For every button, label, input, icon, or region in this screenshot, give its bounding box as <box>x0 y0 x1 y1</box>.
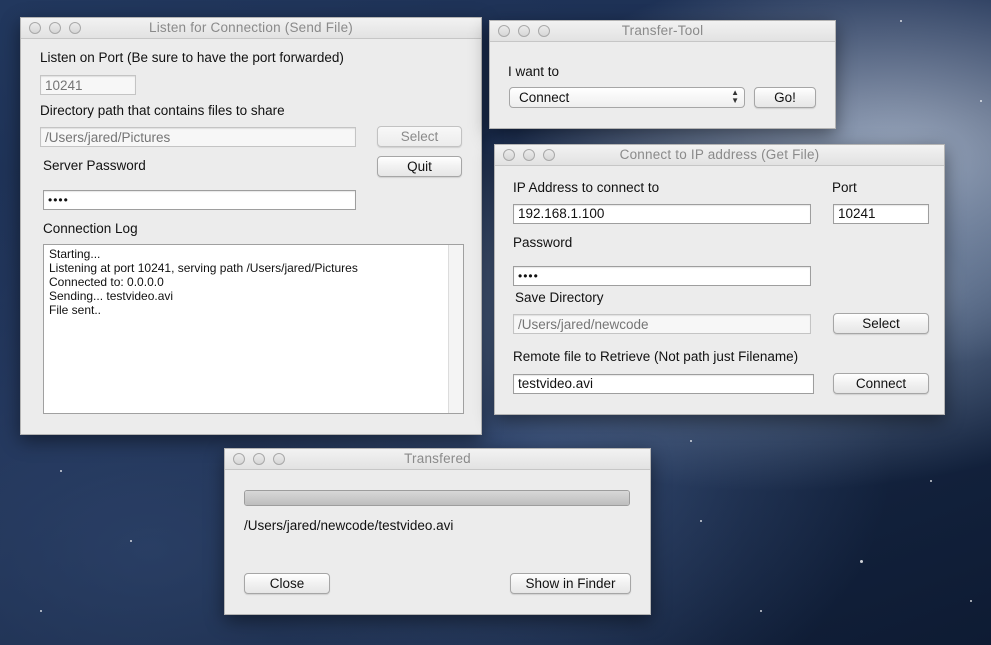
port-label: Listen on Port (Be sure to have the port… <box>40 50 344 65</box>
mode-select-value: Connect <box>519 90 570 105</box>
titlebar: Listen for Connection (Send File) <box>21 18 481 39</box>
password-field[interactable]: •••• <box>513 266 811 286</box>
transferred-file-path: /Users/jared/newcode/testvideo.avi <box>244 518 454 533</box>
window-title: Transfered <box>404 451 471 466</box>
connection-log[interactable]: Starting... Listening at port 10241, ser… <box>43 244 464 414</box>
window-title: Transfer-Tool <box>621 23 704 38</box>
remote-file-label: Remote file to Retrieve (Not path just F… <box>513 349 799 364</box>
show-in-finder-button[interactable]: Show in Finder <box>510 573 631 594</box>
listen-window: Listen for Connection (Send File) Listen… <box>20 17 482 435</box>
quit-button[interactable]: Quit <box>377 156 462 177</box>
close-button[interactable]: Close <box>244 573 330 594</box>
transfer-progress-bar <box>244 490 630 506</box>
select-directory-button[interactable]: Select <box>377 126 462 147</box>
log-line: Connected to: 0.0.0.0 <box>49 275 164 289</box>
window-title: Listen for Connection (Send File) <box>149 20 353 35</box>
log-line: File sent.. <box>49 303 102 317</box>
connect-window: Connect to IP address (Get File) IP Addr… <box>494 144 945 415</box>
ip-address-label: IP Address to connect to <box>513 180 660 195</box>
port-input[interactable] <box>40 75 136 95</box>
save-directory-label: Save Directory <box>515 290 604 305</box>
titlebar: Transfered <box>225 449 650 470</box>
save-directory-input[interactable] <box>513 314 811 334</box>
progress-fill <box>245 491 629 505</box>
directory-input[interactable] <box>40 127 356 147</box>
directory-label: Directory path that contains files to sh… <box>40 103 285 118</box>
transferred-window: Transfered /Users/jared/newcode/testvide… <box>224 448 651 615</box>
port-input[interactable]: 10241 <box>833 204 929 224</box>
log-line: Sending... testvideo.avi <box>49 289 174 303</box>
connect-button[interactable]: Connect <box>833 373 929 394</box>
mode-select[interactable]: Connect ▲ ▼ <box>509 87 745 108</box>
connection-log-label: Connection Log <box>43 221 138 236</box>
port-label: Port <box>832 180 857 195</box>
log-line: Listening at port 10241, serving path /U… <box>49 261 358 275</box>
chevron-updown-icon: ▲ ▼ <box>731 88 739 105</box>
transfer-tool-window: Transfer-Tool I want to Connect ▲ ▼ Go! <box>489 20 836 129</box>
window-title: Connect to IP address (Get File) <box>619 147 820 162</box>
server-password-label: Server Password <box>43 158 146 173</box>
remote-file-input[interactable]: testvideo.avi <box>513 374 814 394</box>
go-button[interactable]: Go! <box>754 87 816 108</box>
i-want-to-label: I want to <box>508 64 560 79</box>
password-label: Password <box>513 235 573 250</box>
log-scrollbar[interactable] <box>448 245 463 413</box>
log-line: Starting... <box>49 247 101 261</box>
titlebar: Transfer-Tool <box>490 21 835 42</box>
server-password-field[interactable]: •••• <box>43 190 356 210</box>
select-save-directory-button[interactable]: Select <box>833 313 929 334</box>
ip-address-input[interactable]: 192.168.1.100 <box>513 204 811 224</box>
titlebar: Connect to IP address (Get File) <box>495 145 944 166</box>
